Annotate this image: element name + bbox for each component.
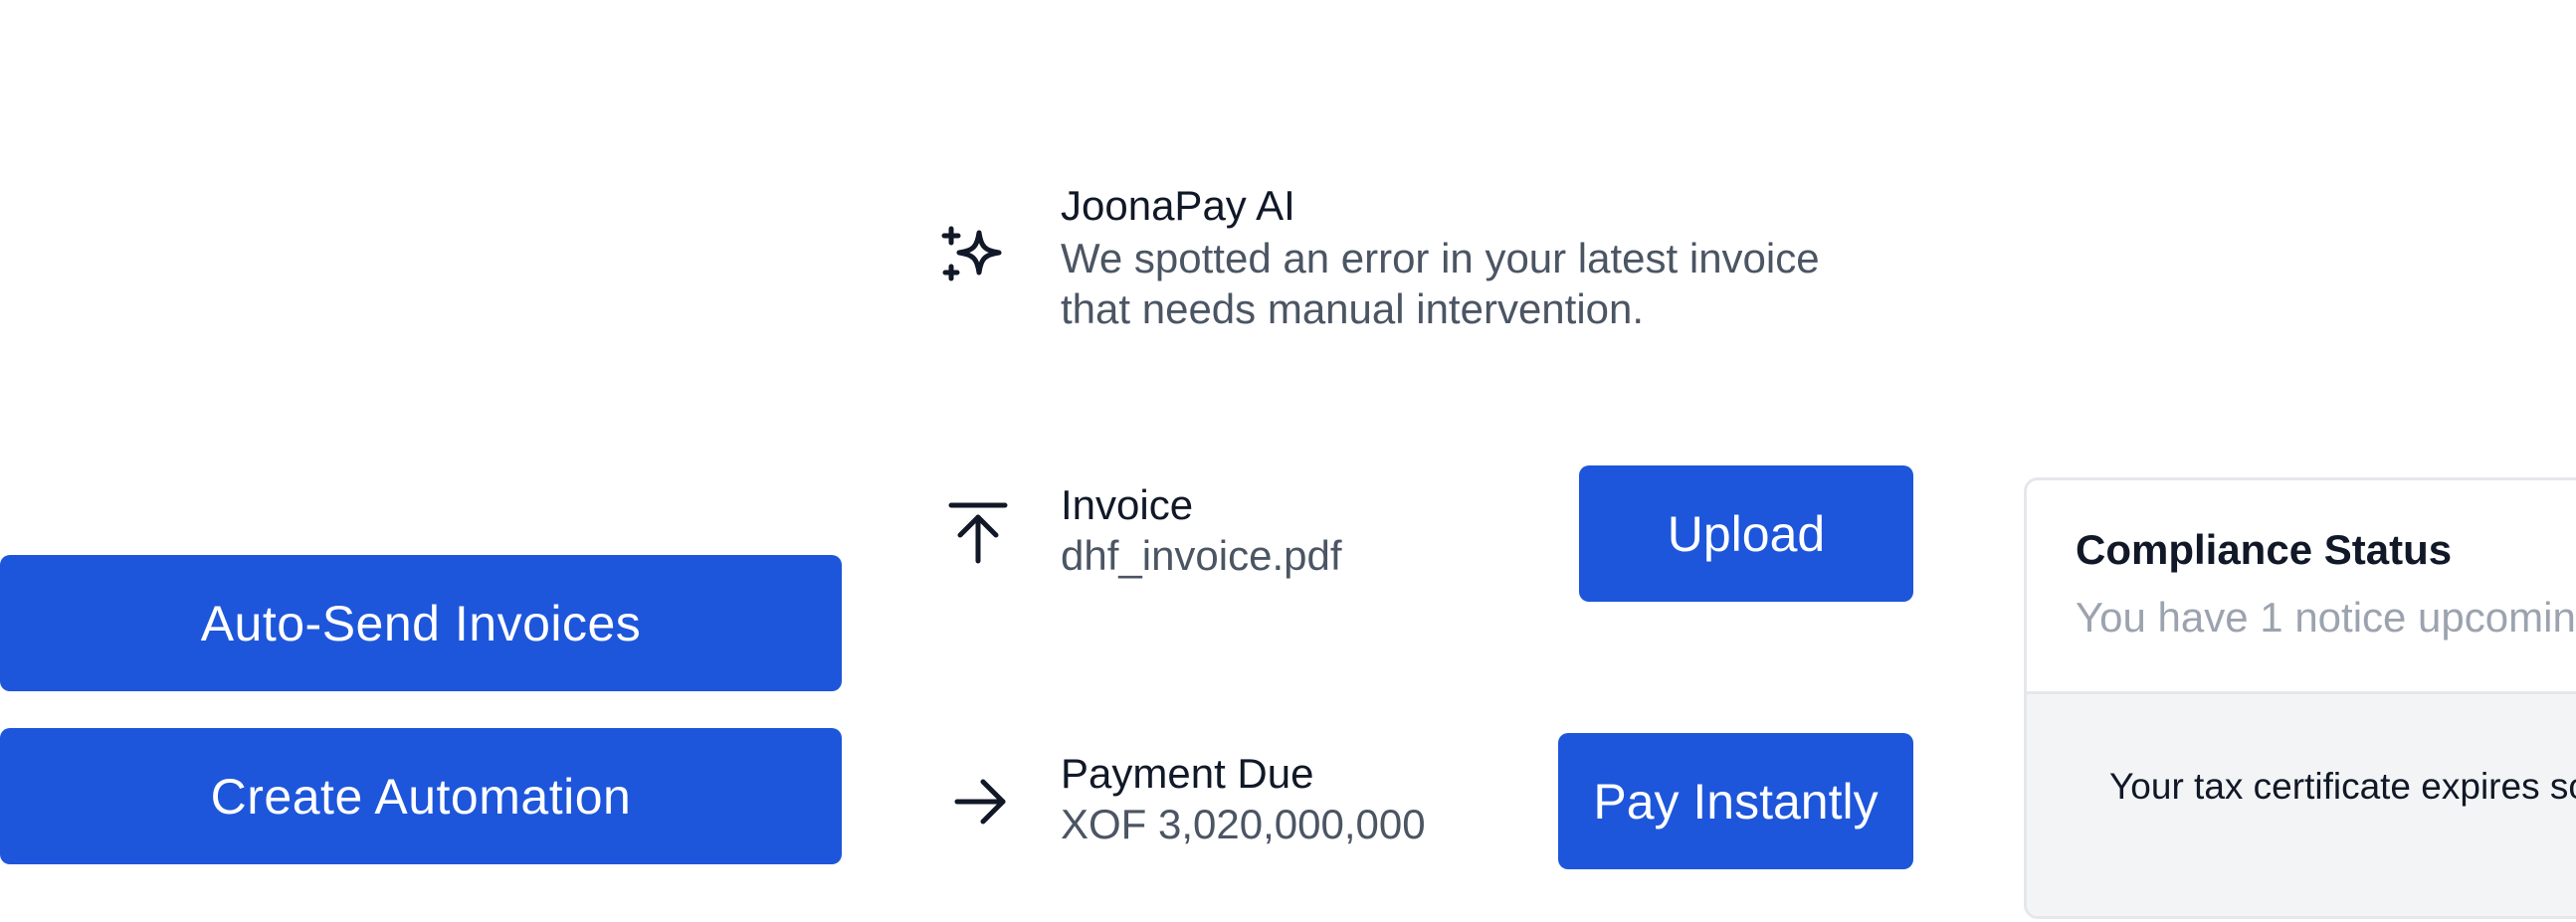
create-automation-button[interactable]: Create Automation [0, 728, 842, 864]
upload-arrow-icon [945, 499, 1011, 565]
arrow-right-icon [947, 772, 1013, 831]
sparkles-icon [941, 221, 1013, 292]
ai-notice-message-line1: We spotted an error in your latest invoi… [1061, 235, 1820, 281]
compliance-title: Compliance Status [2076, 526, 2453, 573]
ai-notice-title: JoonaPay AI [1061, 182, 1295, 229]
compliance-notice: Your tax certificate expires soon [2109, 766, 2576, 807]
compliance-card-header: Compliance Status You have 1 notice upco… [2027, 480, 2576, 694]
ai-notice-message-line2: that needs manual intervention. [1061, 285, 1645, 333]
invoice-filename: dhf_invoice.pdf [1061, 532, 1342, 579]
compliance-card-body: Your tax certificate expires soon [2027, 694, 2576, 916]
upload-button[interactable]: Upload [1579, 465, 1913, 602]
invoice-title: Invoice [1061, 481, 1194, 528]
compliance-subtitle: You have 1 notice upcoming [2076, 594, 2576, 641]
pay-instantly-button[interactable]: Pay Instantly [1558, 733, 1913, 869]
page: Auto-Send Invoices Create Automation Joo… [0, 0, 2576, 922]
auto-send-invoices-button[interactable]: Auto-Send Invoices [0, 555, 842, 691]
payment-amount: XOF 3,020,000,000 [1061, 801, 1426, 847]
compliance-card: Compliance Status You have 1 notice upco… [2024, 477, 2576, 919]
ai-notice-message: We spotted an error in your latest invoi… [1061, 233, 1820, 334]
payment-due-title: Payment Due [1061, 750, 1314, 797]
